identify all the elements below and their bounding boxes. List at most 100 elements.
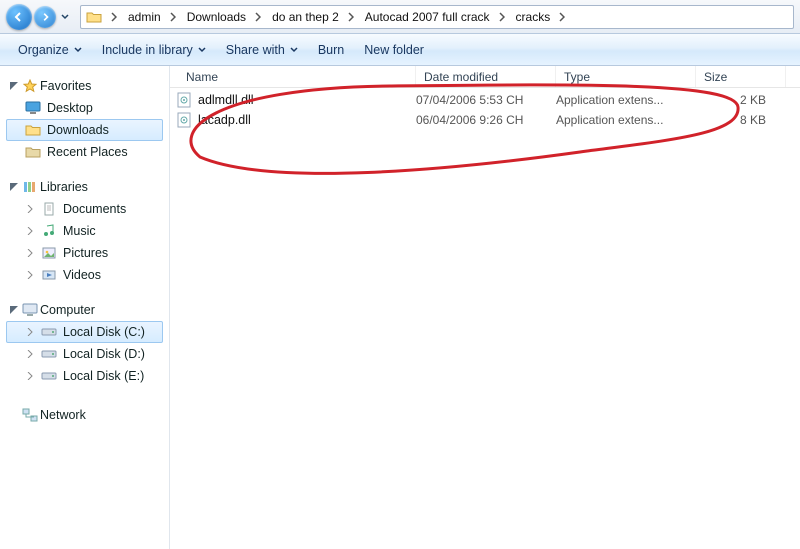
sidebar-item-videos[interactable]: Videos: [6, 264, 163, 286]
tree-collapse-icon: [10, 306, 18, 314]
file-type: Application extens...: [556, 93, 696, 107]
network-header[interactable]: Network: [6, 401, 169, 426]
desktop-icon: [25, 100, 41, 116]
sidebar-item-local-disk-e[interactable]: Local Disk (E:): [6, 365, 163, 387]
chevron-down-icon: [198, 46, 206, 54]
drive-icon: [41, 346, 57, 362]
sidebar-item-local-disk-d[interactable]: Local Disk (D:): [6, 343, 163, 365]
include-label: Include in library: [102, 43, 193, 57]
column-headers: Name Date modified Type Size: [170, 66, 800, 88]
file-size: 2 KB: [696, 93, 786, 107]
breadcrumb-root-caret[interactable]: [107, 6, 121, 28]
chevron-down-icon: [290, 46, 298, 54]
favorites-star-icon: [22, 78, 38, 94]
sidebar-item-local-disk-c[interactable]: Local Disk (C:): [6, 321, 163, 343]
favorites-label: Favorites: [40, 79, 91, 93]
newfolder-label: New folder: [364, 43, 424, 57]
tree-expand-icon: [26, 372, 34, 380]
libraries-label: Libraries: [40, 180, 88, 194]
column-header-type[interactable]: Type: [556, 66, 696, 87]
sidebar-item-label: Music: [63, 224, 96, 238]
computer-header[interactable]: Computer: [6, 296, 169, 321]
file-row[interactable]: lacadp.dll 06/04/2006 9:26 CH Applicatio…: [170, 110, 800, 130]
file-row[interactable]: adlmdll.dll 07/04/2006 5:53 CH Applicati…: [170, 90, 800, 110]
sidebar-item-label: Local Disk (E:): [63, 369, 144, 383]
dll-file-icon: [176, 112, 192, 128]
tree-expand-icon: [26, 205, 34, 213]
pictures-icon: [41, 245, 57, 261]
include-in-library-button[interactable]: Include in library: [94, 39, 214, 61]
file-list-pane: Name Date modified Type Size adlmdll.dll…: [170, 66, 800, 549]
documents-icon: [41, 201, 57, 217]
sidebar-item-downloads[interactable]: Downloads: [6, 119, 163, 141]
drive-icon: [41, 368, 57, 384]
chevron-down-icon: [74, 46, 82, 54]
downloads-folder-icon: [25, 122, 41, 138]
breadcrumb-segment[interactable]: cracks: [509, 6, 556, 28]
burn-button[interactable]: Burn: [310, 39, 352, 61]
forward-button[interactable]: [34, 6, 56, 28]
sidebar-item-recent-places[interactable]: Recent Places: [6, 141, 163, 163]
tree-expand-icon: [26, 350, 34, 358]
breadcrumb-caret[interactable]: [495, 6, 509, 28]
tree-expand-icon: [26, 271, 34, 279]
file-name: adlmdll.dll: [198, 93, 254, 107]
favorites-header[interactable]: Favorites: [6, 72, 169, 97]
libraries-icon: [22, 179, 38, 195]
file-size: 8 KB: [696, 113, 786, 127]
music-icon: [41, 223, 57, 239]
organize-button[interactable]: Organize: [10, 39, 90, 61]
sidebar-item-desktop[interactable]: Desktop: [6, 97, 163, 119]
sidebar-item-label: Pictures: [63, 246, 108, 260]
file-date: 07/04/2006 5:53 CH: [416, 93, 556, 107]
nav-buttons: [6, 4, 72, 30]
back-button[interactable]: [6, 4, 32, 30]
sidebar-item-documents[interactable]: Documents: [6, 198, 163, 220]
libraries-header[interactable]: Libraries: [6, 173, 169, 198]
history-dropdown[interactable]: [58, 7, 72, 27]
breadcrumb-segment[interactable]: admin: [121, 6, 166, 28]
file-rows: adlmdll.dll 07/04/2006 5:53 CH Applicati…: [170, 88, 800, 130]
dll-file-icon: [176, 92, 192, 108]
sidebar-item-label: Videos: [63, 268, 101, 282]
burn-label: Burn: [318, 43, 344, 57]
share-with-button[interactable]: Share with: [218, 39, 306, 61]
network-icon: [22, 407, 38, 423]
breadcrumb-caret[interactable]: [555, 6, 569, 28]
organize-label: Organize: [18, 43, 69, 57]
breadcrumb-caret[interactable]: [344, 6, 358, 28]
arrow-right-icon: [40, 12, 50, 22]
tree-collapse-icon: [10, 82, 18, 90]
breadcrumb-segment[interactable]: Downloads: [180, 6, 251, 28]
sidebar-item-music[interactable]: Music: [6, 220, 163, 242]
recent-places-icon: [25, 144, 41, 160]
file-name: lacadp.dll: [198, 113, 251, 127]
breadcrumb-bar[interactable]: admin Downloads do an thep 2 Autocad 200…: [80, 5, 794, 29]
navigation-pane: Favorites Desktop Downloads Recent Place…: [0, 66, 170, 549]
arrow-left-icon: [13, 11, 25, 23]
videos-icon: [41, 267, 57, 283]
share-label: Share with: [226, 43, 285, 57]
breadcrumb-segment[interactable]: Autocad 2007 full crack: [358, 6, 495, 28]
breadcrumb-caret[interactable]: [166, 6, 180, 28]
drive-icon: [41, 324, 57, 340]
tree-collapse-icon: [10, 183, 18, 191]
network-label: Network: [40, 408, 86, 422]
new-folder-button[interactable]: New folder: [356, 39, 432, 61]
breadcrumb-segment[interactable]: do an thep 2: [265, 6, 344, 28]
file-type: Application extens...: [556, 113, 696, 127]
sidebar-item-label: Local Disk (C:): [63, 325, 145, 339]
column-header-size[interactable]: Size: [696, 66, 786, 87]
folder-icon: [85, 9, 103, 25]
address-bar: admin Downloads do an thep 2 Autocad 200…: [0, 0, 800, 34]
command-bar: Organize Include in library Share with B…: [0, 34, 800, 66]
computer-label: Computer: [40, 303, 95, 317]
sidebar-item-label: Local Disk (D:): [63, 347, 145, 361]
main-area: Favorites Desktop Downloads Recent Place…: [0, 66, 800, 549]
column-header-name[interactable]: Name: [170, 66, 416, 87]
sidebar-item-label: Recent Places: [47, 145, 128, 159]
column-header-date[interactable]: Date modified: [416, 66, 556, 87]
file-date: 06/04/2006 9:26 CH: [416, 113, 556, 127]
sidebar-item-pictures[interactable]: Pictures: [6, 242, 163, 264]
breadcrumb-caret[interactable]: [251, 6, 265, 28]
